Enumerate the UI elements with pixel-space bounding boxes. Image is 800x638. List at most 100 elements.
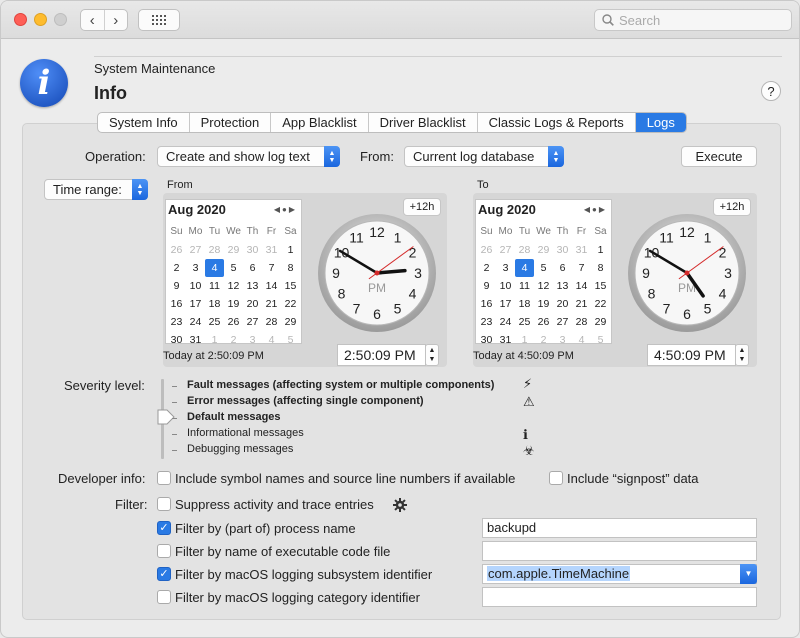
- time-stepper[interactable]: ▲ ▼: [425, 344, 439, 366]
- calendar-day[interactable]: 16: [167, 295, 186, 313]
- calendar-day[interactable]: 29: [591, 313, 610, 331]
- calendar-day[interactable]: 4: [515, 259, 534, 277]
- calendar-day[interactable]: 28: [572, 313, 591, 331]
- calendar-nav[interactable]: ◀●▶: [584, 205, 607, 214]
- calendar-day[interactable]: 4: [205, 259, 224, 277]
- tab-driver-blacklist[interactable]: Driver Blacklist: [369, 113, 478, 132]
- close-window-button[interactable]: [14, 13, 27, 26]
- calendar-day[interactable]: 2: [477, 259, 496, 277]
- calendar-day[interactable]: 11: [205, 277, 224, 295]
- suppress-checkbox[interactable]: [157, 497, 171, 511]
- tab-app-blacklist[interactable]: App Blacklist: [271, 113, 369, 132]
- chevron-down-icon[interactable]: ▼: [740, 564, 757, 584]
- calendar-day[interactable]: 2: [534, 331, 553, 349]
- calendar-day[interactable]: 10: [186, 277, 205, 295]
- calendar-day[interactable]: 27: [496, 241, 515, 259]
- calendar-day[interactable]: 18: [205, 295, 224, 313]
- calendar-day[interactable]: 20: [243, 295, 262, 313]
- calendar-day[interactable]: 20: [553, 295, 572, 313]
- calendar-day[interactable]: 15: [591, 277, 610, 295]
- calendar-day[interactable]: 5: [281, 331, 300, 349]
- time-range-popup[interactable]: Time range: ▲ ▼: [44, 179, 148, 200]
- time-field[interactable]: 2:50:09 PM: [337, 344, 426, 366]
- gear-icon[interactable]: [393, 498, 407, 512]
- calendar-day[interactable]: 29: [224, 241, 243, 259]
- executable-file-checkbox[interactable]: [157, 544, 171, 558]
- calendar-day[interactable]: 27: [186, 241, 205, 259]
- calendar-day[interactable]: 17: [496, 295, 515, 313]
- tab-protection[interactable]: Protection: [190, 113, 272, 132]
- category-checkbox[interactable]: [157, 590, 171, 604]
- subsystem-checkbox[interactable]: ✓: [157, 567, 171, 581]
- calendar-day[interactable]: 25: [205, 313, 224, 331]
- category-field[interactable]: [482, 587, 757, 607]
- calendar-day[interactable]: 14: [572, 277, 591, 295]
- calendar-day[interactable]: 12: [534, 277, 553, 295]
- calendar-day[interactable]: 26: [477, 241, 496, 259]
- calendar-day[interactable]: 15: [281, 277, 300, 295]
- calendar-day[interactable]: 5: [534, 259, 553, 277]
- time-stepper[interactable]: ▲ ▼: [735, 344, 749, 366]
- calendar-day[interactable]: 4: [262, 331, 281, 349]
- calendar-day[interactable]: 8: [591, 259, 610, 277]
- calendar-day[interactable]: 1: [515, 331, 534, 349]
- calendar-day[interactable]: 28: [262, 313, 281, 331]
- search-field[interactable]: Search: [594, 9, 792, 31]
- subsystem-combo[interactable]: com.apple.TimeMachine ▼: [482, 564, 757, 584]
- calendar-day[interactable]: 30: [167, 331, 186, 349]
- calendar-day[interactable]: 31: [186, 331, 205, 349]
- tab-system-info[interactable]: System Info: [98, 113, 190, 132]
- calendar-day[interactable]: 29: [281, 313, 300, 331]
- calendar-day[interactable]: 25: [515, 313, 534, 331]
- calendar-day[interactable]: 6: [243, 259, 262, 277]
- calendar-day[interactable]: 10: [496, 277, 515, 295]
- forward-button[interactable]: ›: [103, 10, 128, 30]
- calendar-day[interactable]: 13: [553, 277, 572, 295]
- calendar-day[interactable]: 1: [281, 241, 300, 259]
- minimize-window-button[interactable]: [34, 13, 47, 26]
- tab-classic-logs-reports[interactable]: Classic Logs & Reports: [478, 113, 636, 132]
- calendar-day[interactable]: 3: [553, 331, 572, 349]
- calendar-day[interactable]: 5: [591, 331, 610, 349]
- tab-logs[interactable]: Logs: [635, 113, 686, 132]
- zoom-window-button[interactable]: [54, 13, 67, 26]
- calendar-day[interactable]: 8: [281, 259, 300, 277]
- calendar-day[interactable]: 3: [243, 331, 262, 349]
- calendar-day[interactable]: 23: [167, 313, 186, 331]
- signpost-checkbox[interactable]: [549, 471, 563, 485]
- calendar-day[interactable]: 27: [553, 313, 572, 331]
- analog-clock[interactable]: 123456789101112PM: [627, 213, 747, 333]
- calendar-day[interactable]: 3: [496, 259, 515, 277]
- calendar-day[interactable]: 11: [515, 277, 534, 295]
- calendar-day[interactable]: 2: [167, 259, 186, 277]
- calendar-day[interactable]: 24: [496, 313, 515, 331]
- calendar-nav[interactable]: ◀●▶: [274, 205, 297, 214]
- from-source-popup[interactable]: Current log database ▲ ▼: [404, 146, 564, 167]
- calendar-day[interactable]: 31: [262, 241, 281, 259]
- calendar-day[interactable]: 30: [477, 331, 496, 349]
- calendar-day[interactable]: 17: [186, 295, 205, 313]
- calendar-day[interactable]: 26: [534, 313, 553, 331]
- calendar-day[interactable]: 9: [477, 277, 496, 295]
- calendar-day[interactable]: 21: [262, 295, 281, 313]
- calendar-day[interactable]: 1: [205, 331, 224, 349]
- calendar-day[interactable]: 16: [477, 295, 496, 313]
- calendar-day[interactable]: 29: [534, 241, 553, 259]
- calendar-day[interactable]: 21: [572, 295, 591, 313]
- calendar-day[interactable]: 19: [224, 295, 243, 313]
- severity-slider-knob[interactable]: [157, 409, 175, 425]
- symbol-names-checkbox[interactable]: [157, 471, 171, 485]
- calendar-day[interactable]: 7: [262, 259, 281, 277]
- calendar-day[interactable]: 22: [591, 295, 610, 313]
- analog-clock[interactable]: 123456789101112PM: [317, 213, 437, 333]
- calendar-day[interactable]: 19: [534, 295, 553, 313]
- calendar-day[interactable]: 2: [224, 331, 243, 349]
- process-name-checkbox[interactable]: ✓: [157, 521, 171, 535]
- calendar-day[interactable]: 28: [515, 241, 534, 259]
- calendar-day[interactable]: 24: [186, 313, 205, 331]
- calendar-day[interactable]: 5: [224, 259, 243, 277]
- help-button[interactable]: ?: [761, 81, 781, 101]
- calendar-day[interactable]: 6: [553, 259, 572, 277]
- calendar-day[interactable]: 4: [572, 331, 591, 349]
- calendar-day[interactable]: 27: [243, 313, 262, 331]
